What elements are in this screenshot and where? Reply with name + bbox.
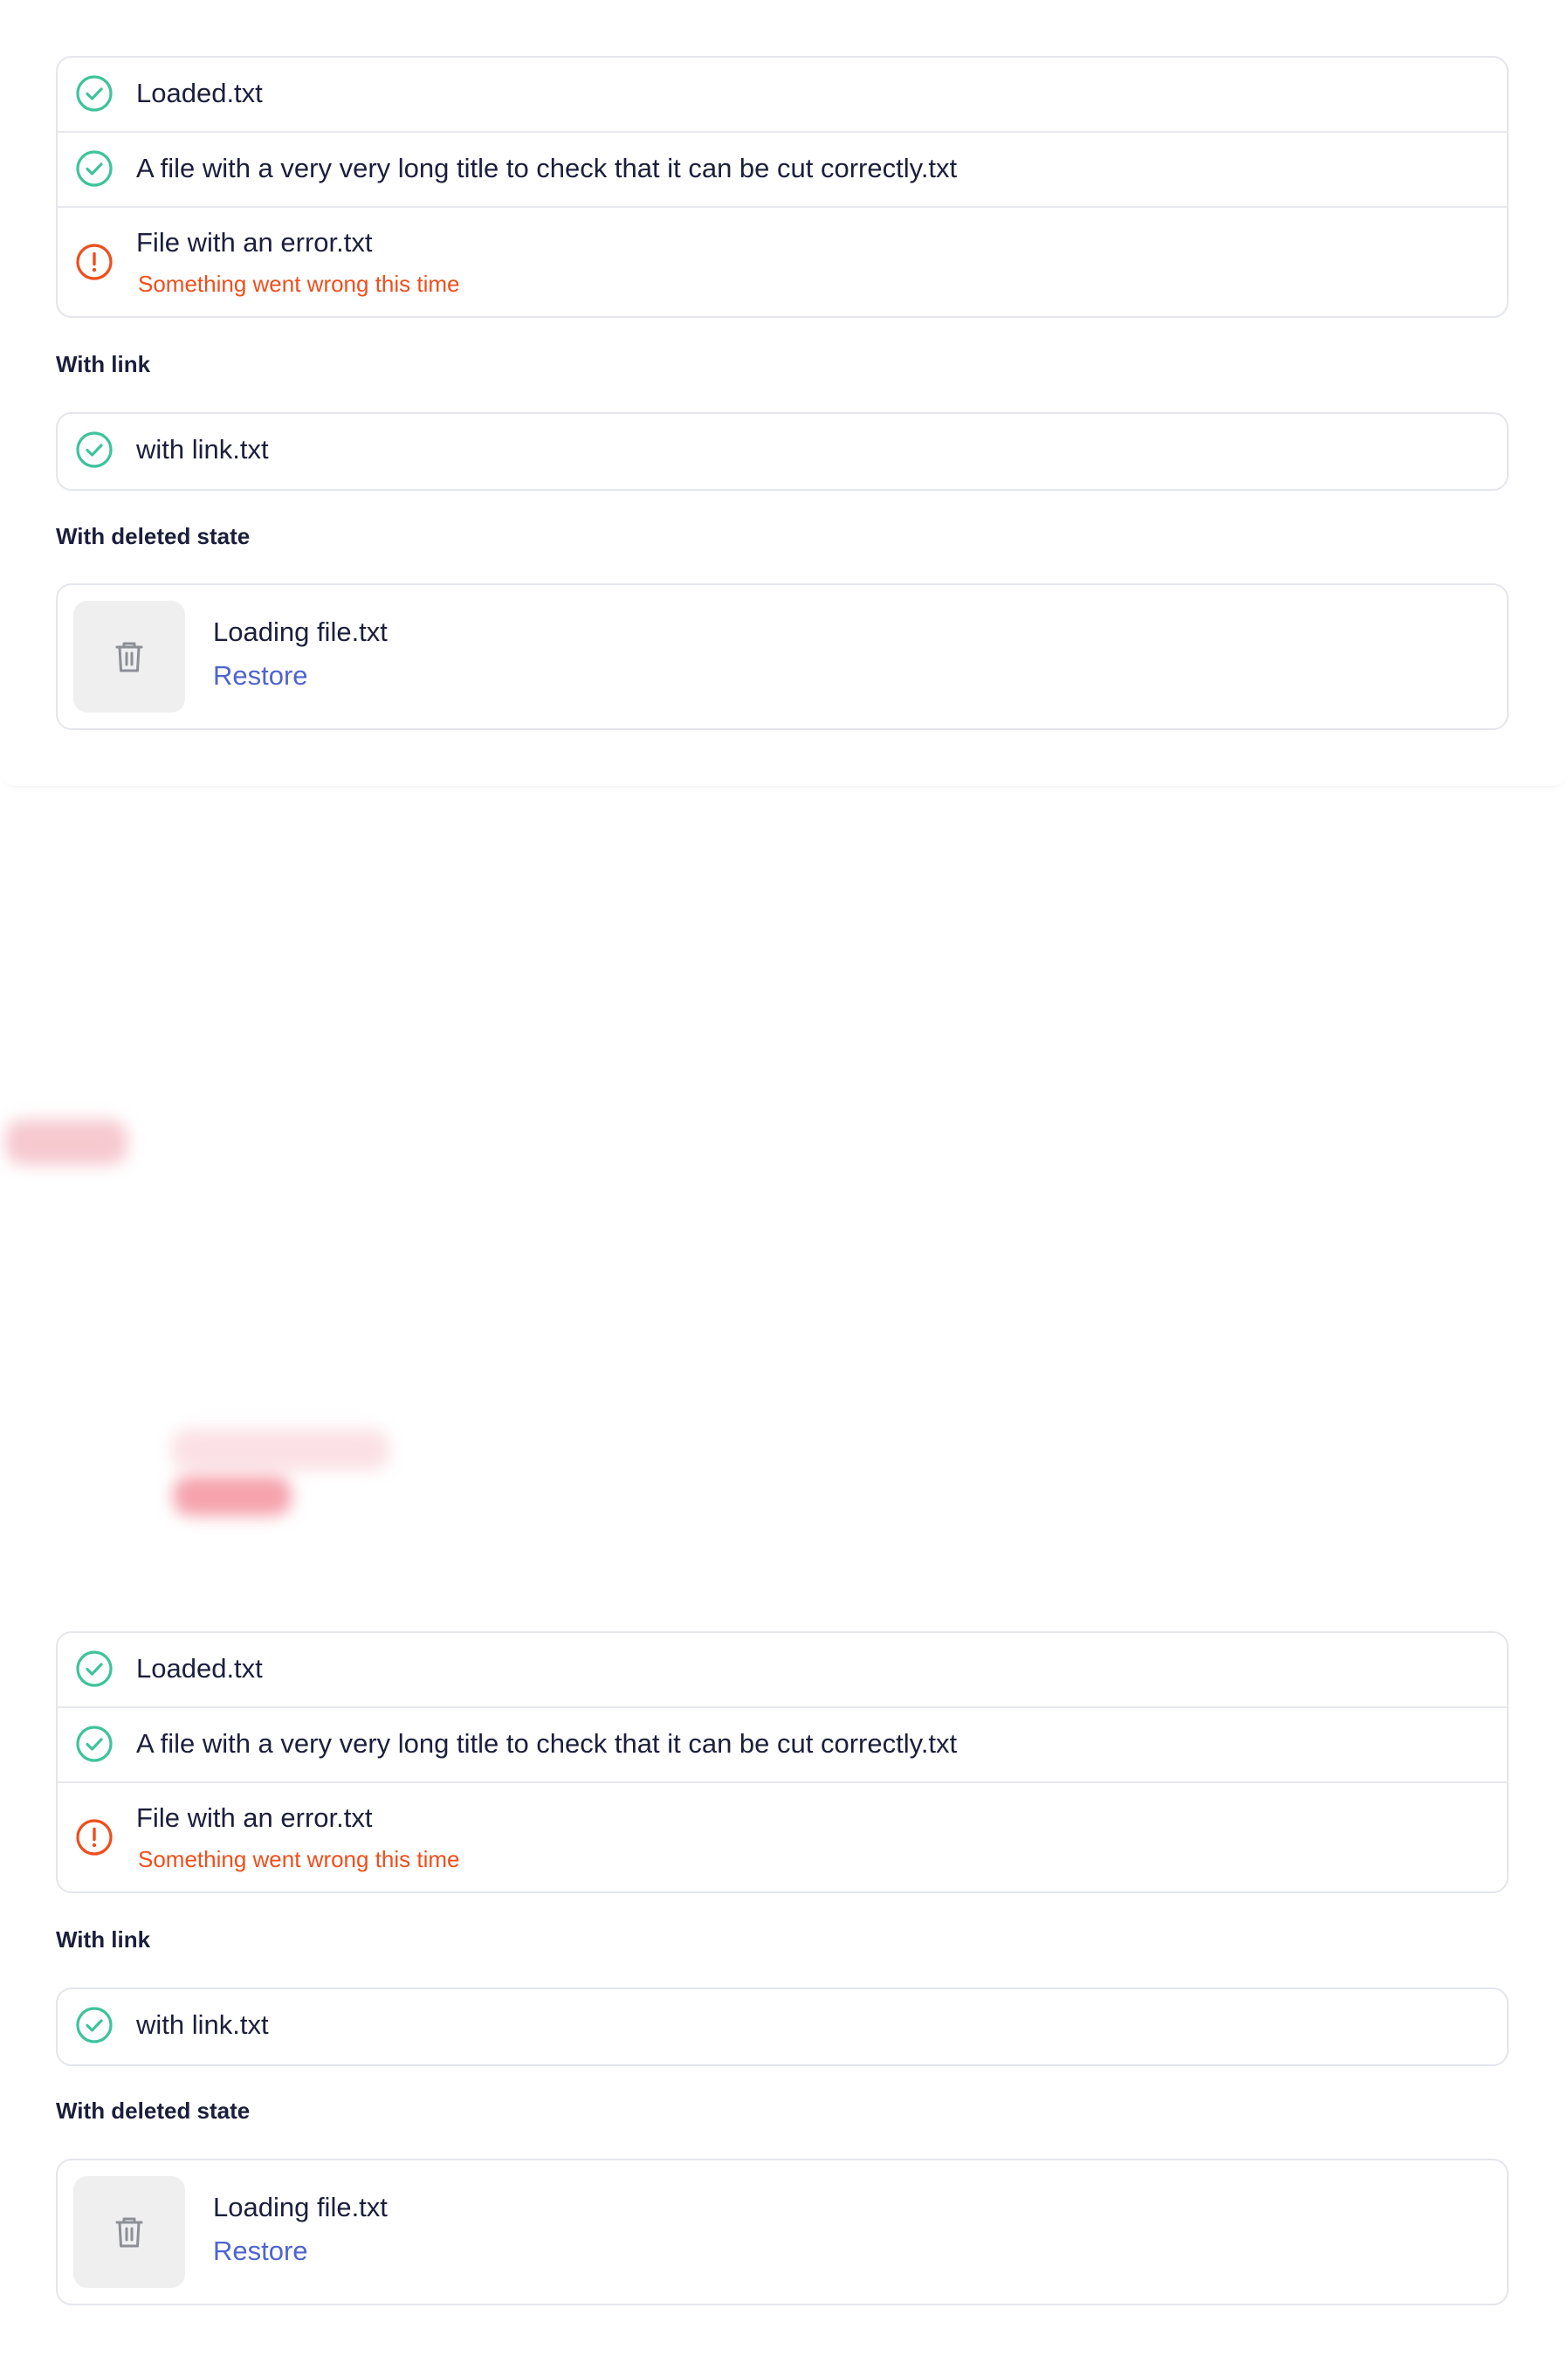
file-name: File with an error.txt [136, 227, 373, 258]
deleted-file-name: Loading file.txt [213, 2192, 388, 2222]
error-circle-icon [76, 244, 113, 280]
error-message: Something went wrong this time [138, 271, 460, 297]
link-file-list: with link.txt [56, 1988, 1509, 2066]
trash-icon [115, 2217, 143, 2248]
section-label-deleted: With deleted state [56, 523, 251, 549]
file-row[interactable]: Loaded.txt [58, 58, 1507, 133]
restore-link[interactable]: Restore [213, 660, 308, 692]
top-panel: Loaded.txt A file with a very very long … [0, 0, 1568, 786]
file-name: with link.txt [136, 434, 269, 465]
file-name: A file with a very very long title to ch… [136, 153, 958, 183]
error-circle-icon [76, 1819, 113, 1856]
restore-link[interactable]: Restore [213, 2236, 308, 2267]
check-circle-icon [76, 150, 113, 187]
check-circle-icon [76, 431, 113, 468]
section-label-with-link: With link [56, 351, 151, 377]
file-row-error[interactable]: File with an error.txt Something went wr… [58, 1783, 1507, 1891]
file-name: File with an error.txt [136, 1802, 373, 1833]
deleted-thumbnail [73, 2176, 185, 2288]
blurred-fragment [173, 1476, 292, 1516]
section-label-with-link: With link [56, 1926, 151, 1953]
check-circle-icon [76, 75, 113, 112]
file-list: Loaded.txt A file with a very very long … [56, 56, 1509, 318]
error-message: Something went wrong this time [138, 1846, 460, 1872]
file-name: A file with a very very long title to ch… [136, 1728, 958, 1759]
file-name: Loaded.txt [136, 78, 263, 108]
deleted-file-card: Loading file.txt Restore [56, 583, 1509, 730]
deleted-file-name: Loading file.txt [213, 617, 388, 647]
file-row-link[interactable]: with link.txt [58, 414, 1507, 489]
file-row[interactable]: A file with a very very long title to ch… [58, 133, 1507, 208]
file-row[interactable]: Loaded.txt [58, 1633, 1507, 1708]
file-row[interactable]: A file with a very very long title to ch… [58, 1708, 1507, 1783]
check-circle-icon [76, 1650, 113, 1687]
deleted-thumbnail [73, 601, 185, 713]
blurred-fragment [171, 1429, 389, 1471]
check-circle-icon [76, 1726, 113, 1762]
link-file-list: with link.txt [56, 412, 1509, 491]
file-list: Loaded.txt A file with a very very long … [56, 1631, 1509, 1893]
file-name: with link.txt [136, 2009, 269, 2040]
deleted-file-card: Loading file.txt Restore [56, 2159, 1509, 2305]
file-row-link[interactable]: with link.txt [58, 1989, 1507, 2064]
blurred-fragment [5, 1119, 127, 1165]
file-name: Loaded.txt [136, 1653, 263, 1684]
bottom-panel: Loaded.txt A file with a very very long … [0, 1598, 1568, 2363]
file-row-error[interactable]: File with an error.txt Something went wr… [58, 208, 1507, 316]
trash-icon [115, 642, 143, 672]
check-circle-icon [76, 2007, 113, 2043]
section-label-deleted: With deleted state [56, 2098, 251, 2124]
